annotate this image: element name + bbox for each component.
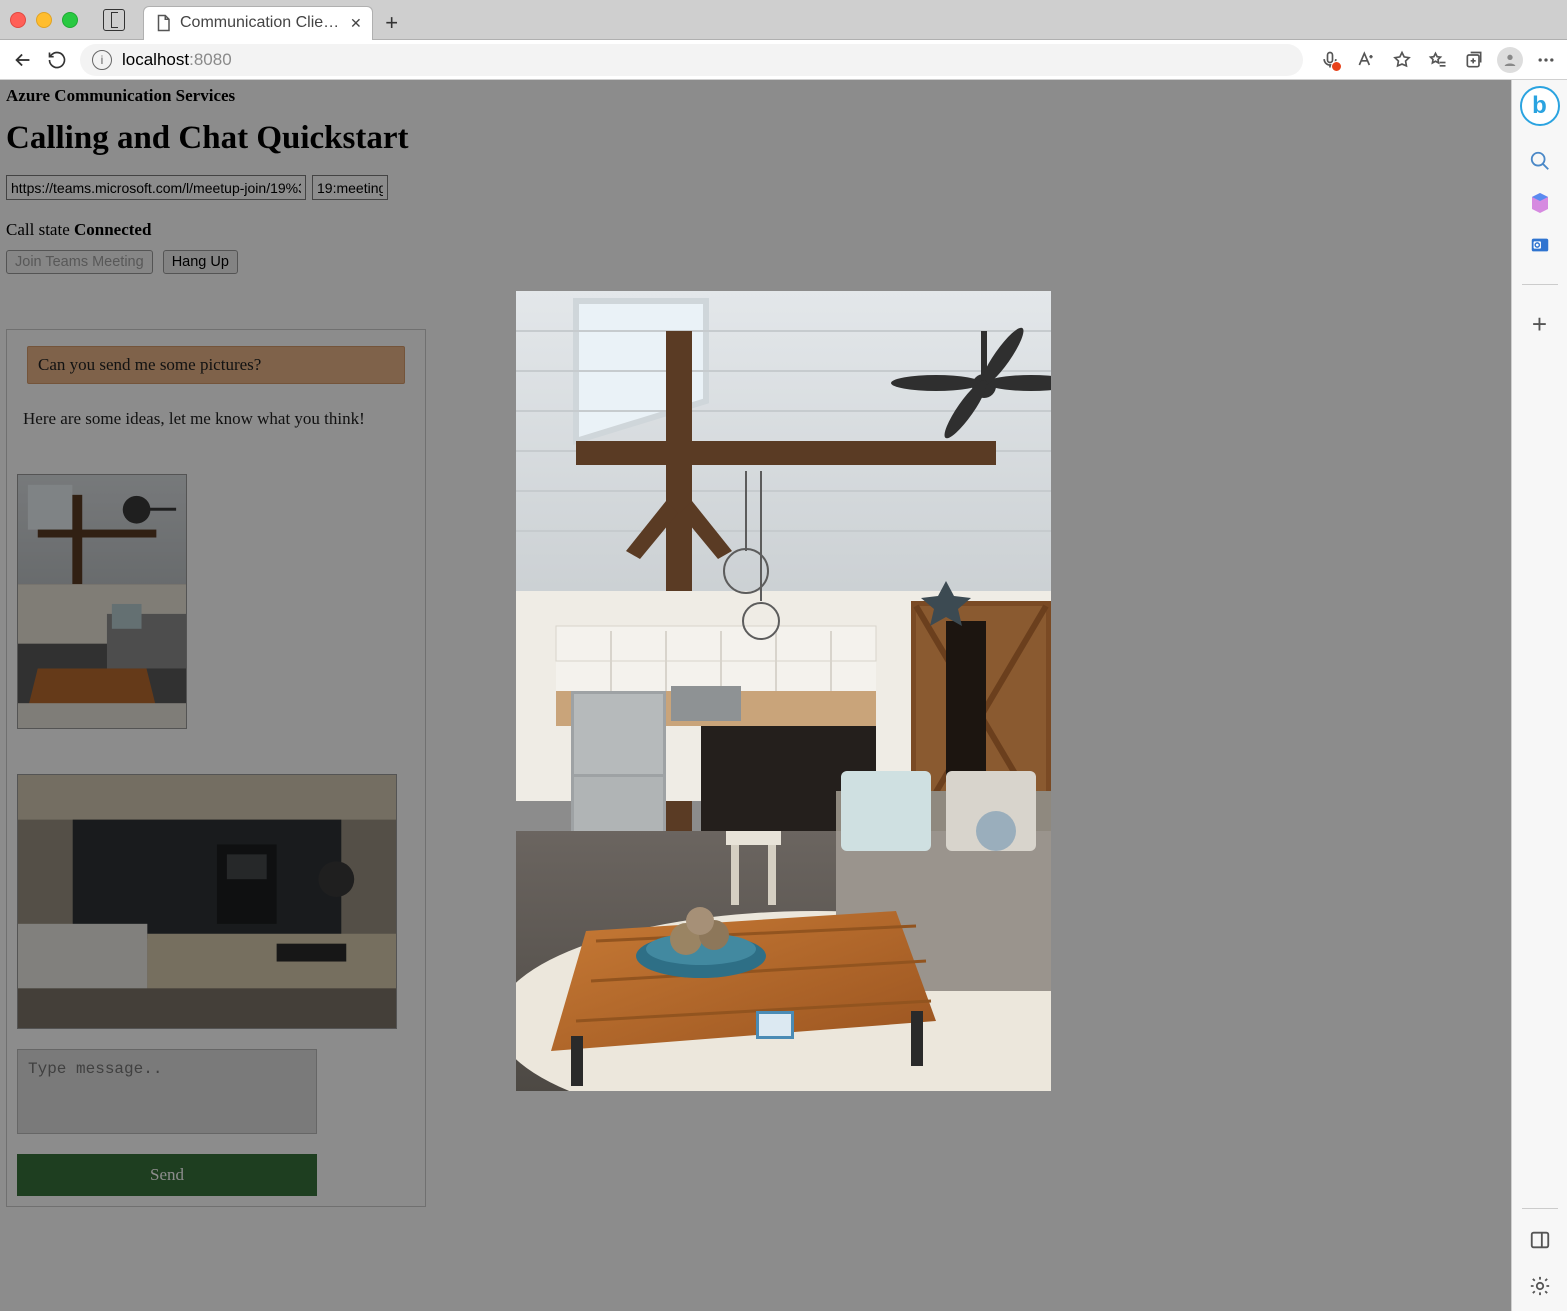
edge-sidebar: b + xyxy=(1511,80,1567,1311)
sidebar-collapse-icon[interactable] xyxy=(1525,1225,1555,1255)
read-aloud-icon[interactable] xyxy=(1351,45,1381,75)
address-bar[interactable]: i localhost:8080 xyxy=(80,44,1303,76)
site-info-icon[interactable]: i xyxy=(92,50,112,70)
window-maximize-icon[interactable] xyxy=(62,12,78,28)
page-viewport: Azure Communication Services Calling and… xyxy=(0,80,1567,1311)
arrow-left-icon xyxy=(12,49,34,71)
back-button[interactable] xyxy=(6,43,40,77)
tab-title: Communication Client - Calling xyxy=(180,14,340,32)
living-room-enlarged-icon xyxy=(516,291,1051,1091)
sidebar-settings-icon[interactable] xyxy=(1525,1271,1555,1301)
window-minimize-icon[interactable] xyxy=(36,12,52,28)
favorites-list-icon[interactable] xyxy=(1423,45,1453,75)
sidebar-search-icon[interactable] xyxy=(1525,146,1555,176)
browser-tab-active[interactable]: Communication Client - Calling ✕ xyxy=(143,6,373,40)
microphone-icon[interactable] xyxy=(1315,45,1345,75)
url-port: :8080 xyxy=(189,50,232,70)
url-host: localhost xyxy=(122,50,189,70)
window-titlebar: Communication Client - Calling ✕ + xyxy=(0,0,1567,40)
favorite-star-icon[interactable] xyxy=(1387,45,1417,75)
sidebar-m365-icon[interactable] xyxy=(1525,188,1555,218)
vertical-tabs-button[interactable] xyxy=(103,9,125,31)
new-tab-button[interactable]: + xyxy=(379,10,405,36)
refresh-icon xyxy=(47,50,67,70)
profile-button[interactable] xyxy=(1495,45,1525,75)
avatar-icon xyxy=(1497,47,1523,73)
bing-copilot-button[interactable]: b xyxy=(1520,86,1560,126)
toolbar-right xyxy=(1315,45,1561,75)
more-menu-button[interactable] xyxy=(1531,45,1561,75)
sidebar-add-button[interactable]: + xyxy=(1525,309,1555,339)
lightbox-image[interactable] xyxy=(516,291,1051,1091)
collections-icon[interactable] xyxy=(1459,45,1489,75)
tab-close-icon[interactable]: ✕ xyxy=(350,15,362,32)
browser-toolbar: i localhost:8080 xyxy=(0,40,1567,80)
window-traffic-lights xyxy=(10,12,78,28)
image-lightbox-overlay[interactable] xyxy=(0,80,1567,1311)
page-icon xyxy=(154,14,172,32)
sidebar-outlook-icon[interactable] xyxy=(1525,230,1555,260)
window-close-icon[interactable] xyxy=(10,12,26,28)
refresh-button[interactable] xyxy=(40,43,74,77)
